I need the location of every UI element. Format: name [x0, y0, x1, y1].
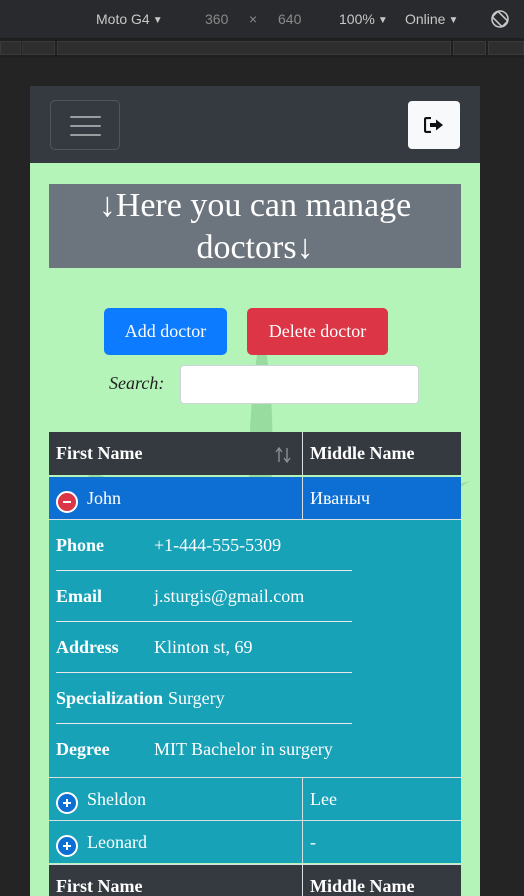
sort-icon[interactable] [275, 446, 291, 464]
search-label: Search: [109, 373, 165, 393]
delete-doctor-button[interactable]: Delete doctor [247, 308, 388, 355]
table-header: First Name Middle Name [49, 432, 461, 475]
footer-middle-name: Middle Name [302, 865, 461, 896]
add-doctor-button[interactable]: Add doctor [104, 308, 227, 355]
sign-out-icon [424, 117, 443, 133]
zoom-value: 100% [339, 11, 375, 27]
rotate-icon[interactable] [490, 9, 510, 29]
detail-value: MIT Bachelor in surgery [154, 739, 333, 759]
detail-key: Email [56, 585, 103, 606]
collapse-row-icon[interactable] [56, 491, 78, 513]
network-value: Online [405, 11, 446, 27]
device-viewport: ↓Here you can manage doctors↓ Add doctor… [30, 86, 480, 896]
first-name-text: John [87, 487, 122, 508]
middle-name-cell: - [302, 821, 461, 863]
expand-row-icon[interactable] [56, 792, 78, 814]
detail-key: Address [56, 636, 119, 657]
first-name-text: Sheldon [87, 788, 147, 809]
middle-name-cell: Иваныч [302, 477, 461, 519]
top-navbar [30, 86, 480, 163]
chevron-down-icon: ▼ [448, 15, 459, 26]
detail-row-address: Address Klinton st, 69 [56, 622, 352, 673]
viewport-height-input[interactable]: 640 [278, 11, 301, 27]
first-name-cell: Sheldon [49, 778, 302, 820]
table-footer: First Name Middle Name [49, 864, 461, 896]
table-row[interactable]: Sheldon Lee [49, 777, 461, 820]
detail-key: Specialization [56, 687, 163, 708]
detail-row-specialization: Specialization Surgery [56, 673, 352, 724]
detail-row-phone: Phone +1-444-555-5309 [56, 520, 352, 571]
detail-value: Surgery [168, 687, 225, 708]
menu-icon-bar [70, 134, 101, 136]
device-select[interactable]: Moto G4 ▼ [96, 11, 163, 27]
column-header-middle-name[interactable]: Middle Name [302, 432, 461, 475]
first-name-text: Leonard [87, 831, 147, 852]
first-name-cell: Leonard [49, 821, 302, 863]
menu-icon-bar [70, 116, 101, 118]
hamburger-menu-button[interactable] [50, 100, 120, 150]
logout-button[interactable] [408, 101, 460, 149]
detail-row-email: Email j.sturgis@gmail.com [56, 571, 352, 622]
detail-value: +1-444-555-5309 [154, 534, 282, 555]
detail-key: Phone [56, 534, 105, 555]
zoom-select[interactable]: 100% ▼ [339, 11, 388, 27]
device-name: Moto G4 [96, 11, 150, 27]
page-title: ↓Here you can manage doctors↓ [49, 184, 461, 268]
footer-first-name: First Name [56, 875, 143, 896]
table-row[interactable]: John Иваныч [49, 477, 461, 519]
middle-name-cell: Lee [302, 778, 461, 820]
first-name-cell: John [49, 477, 302, 519]
column-header-label: First Name [56, 443, 143, 463]
expand-row-icon[interactable] [56, 835, 78, 857]
dimension-separator: × [249, 11, 258, 27]
menu-icon-bar [70, 125, 101, 127]
network-throttle-select[interactable]: Online ▼ [405, 11, 458, 27]
search-input[interactable] [180, 365, 419, 404]
chevron-down-icon: ▼ [152, 15, 163, 26]
detail-key: Degree [56, 739, 110, 759]
row-details-panel: Phone +1-444-555-5309 Email j.sturgis@gm… [49, 519, 461, 777]
viewport-width-input[interactable]: 360 [205, 11, 228, 27]
chevron-down-icon: ▼ [377, 15, 388, 26]
column-header-first-name[interactable]: First Name [49, 432, 302, 475]
devtools-device-toolbar: Moto G4 ▼ 360 × 640 100% ▼ Online ▼ [0, 0, 524, 38]
table-row[interactable]: Leonard - [49, 820, 461, 863]
media-query-bar [0, 38, 524, 58]
detail-value: j.sturgis@gmail.com [154, 585, 305, 606]
detail-value: Klinton st, 69 [154, 636, 253, 657]
detail-row-degree: Degree MIT Bachelor in surgery [56, 724, 352, 775]
